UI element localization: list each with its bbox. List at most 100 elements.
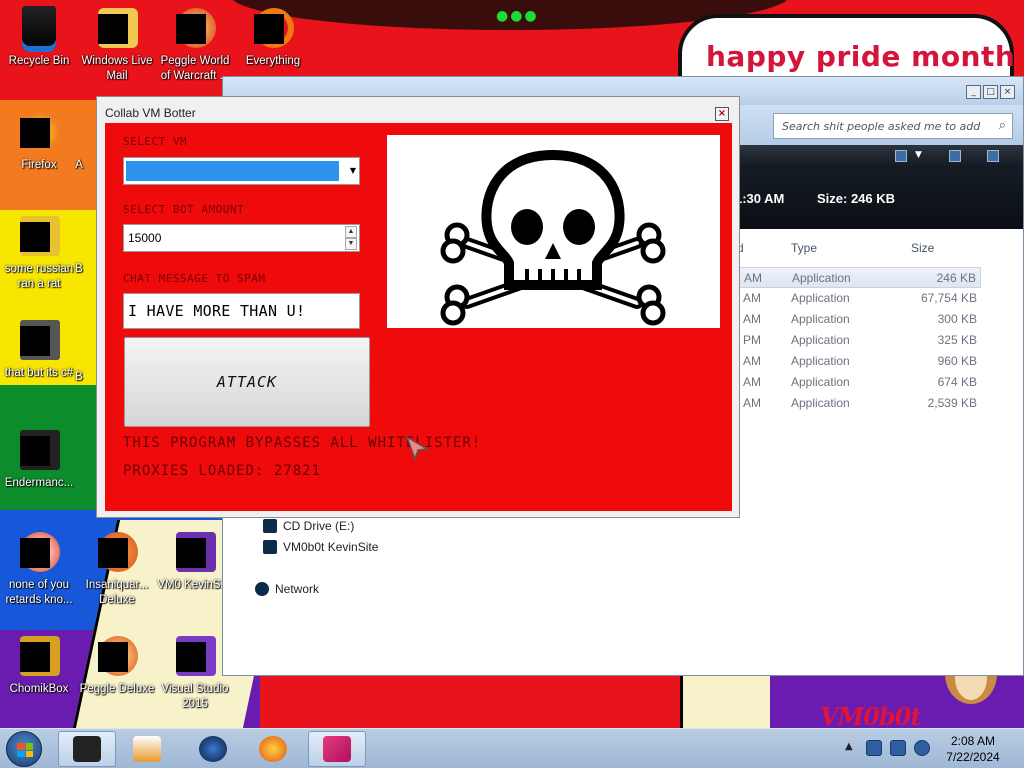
desktop-icon-endermanch[interactable]: Endermanc... — [0, 428, 78, 491]
start-button[interactable] — [6, 731, 42, 767]
network-icon — [255, 582, 269, 596]
vm-select-highlight — [126, 161, 339, 181]
taskbar-item-app[interactable] — [184, 731, 242, 767]
preview-pane-icon[interactable] — [949, 150, 961, 162]
nav-item-cd-drive[interactable]: CD Drive (E:) — [263, 519, 354, 533]
taskbar-item-media-player[interactable] — [118, 731, 176, 767]
file-time: AM — [743, 291, 761, 305]
file-row[interactable]: AM Application 300 KB — [733, 309, 981, 330]
window-title: Collab VM Botter — [105, 106, 196, 120]
file-row[interactable]: AM Application 67,754 KB — [733, 288, 981, 309]
file-row[interactable]: AM Application 674 KB — [733, 372, 981, 393]
file-row[interactable]: AM Application 960 KB — [733, 351, 981, 372]
search-icon[interactable]: ⌕ — [999, 118, 1006, 133]
view-options-icon[interactable] — [895, 150, 907, 162]
taskbar-item-explorer[interactable] — [58, 731, 116, 767]
vm-select-dropdown[interactable]: ▼ — [123, 157, 360, 185]
desktop-icon-label: Peggle World of Warcraft ... — [160, 55, 230, 82]
desktop-icon-label: Endermanc... — [4, 477, 74, 489]
clock-time: 2:08 AM — [950, 734, 996, 748]
close-button[interactable]: × — [715, 107, 729, 121]
desktop-icon-peggle-wow[interactable]: Peggle World of Warcraft ... — [156, 6, 234, 83]
column-header-type[interactable]: Type — [791, 241, 817, 255]
file-time: PM — [743, 333, 761, 347]
desktop-icon-russian-rat[interactable]: some russian ran a rat — [0, 214, 78, 291]
desktop-icon-windows-live-mail[interactable]: Windows Live Mail — [78, 6, 156, 83]
peggle-icon — [172, 6, 218, 52]
desktop-icon-peggle-deluxe[interactable]: Peggle Deluxe — [78, 634, 156, 697]
desktop-icon-partial-b1[interactable]: B — [62, 262, 96, 277]
wallpaper-green-dots: ●●● — [496, 8, 539, 24]
nav-item-label: Network — [275, 582, 320, 596]
tray-network-icon[interactable] — [866, 740, 882, 756]
pride-sign-text: happy pride month — [706, 40, 1016, 73]
collab-vm-botter-window[interactable]: Collab VM Botter × SELECT VM ▼ SELECT BO… — [96, 96, 740, 518]
chat-message-value: I HAVE MORE THAN U! — [128, 302, 306, 320]
chevron-down-icon[interactable]: ▼ — [915, 150, 927, 162]
tray-monitor-icon[interactable] — [890, 740, 906, 756]
wallpaper-brand-text: VM0b0t — [820, 702, 921, 731]
file-row[interactable]: AM Application 2,539 KB — [733, 393, 981, 414]
visual-studio-icon — [172, 530, 218, 576]
botter-panel: SELECT VM ▼ SELECT BOT AMOUNT 15000 ▲ ▼ … — [105, 123, 732, 511]
firefox-icon — [16, 110, 62, 156]
file-row[interactable]: AM Application 246 KB — [733, 267, 981, 288]
network-drive-icon — [263, 540, 277, 554]
desktop-icon-label: B — [75, 371, 83, 383]
maximize-icon[interactable]: □ — [983, 85, 998, 99]
desktop-icon-recycle-bin[interactable]: Recycle Bin — [0, 6, 78, 69]
file-type: Application — [791, 312, 850, 326]
desktop-icon-partial-a[interactable]: A — [62, 158, 96, 173]
nav-item-label: VM0b0t KevinSite — [283, 540, 379, 554]
stepper-down-icon[interactable]: ▼ — [345, 238, 357, 250]
chat-message-input[interactable]: I HAVE MORE THAN U! — [123, 293, 360, 329]
file-size: 246 KB — [936, 271, 976, 285]
file-row[interactable]: PM Application 325 KB — [733, 330, 981, 351]
help-icon[interactable] — [987, 150, 999, 162]
botter-app-icon — [323, 736, 351, 762]
desktop-icon-partial-b2[interactable]: B — [62, 370, 96, 385]
taskbar-item-botter[interactable] — [308, 731, 366, 767]
desktop-icon-insaniquarium[interactable]: Insaniquar... Deluxe — [78, 530, 156, 607]
bot-amount-value: 15000 — [128, 231, 162, 245]
file-size: 300 KB — [937, 312, 977, 326]
desktop-icon-label: ChomikBox — [9, 683, 69, 695]
nav-item-kevinsite[interactable]: VM0b0t KevinSite — [263, 540, 378, 554]
details-modified-time: 1:30 AM — [735, 191, 785, 206]
chevron-down-icon[interactable]: ▼ — [350, 166, 356, 175]
visual-studio-icon — [172, 634, 218, 680]
tray-volume-icon[interactable] — [914, 740, 930, 756]
file-type: Application — [792, 271, 851, 285]
bot-amount-label: SELECT BOT AMOUNT — [123, 203, 245, 216]
explorer-search-input[interactable]: Search shit people asked me to add ⌕ — [773, 113, 1013, 139]
file-type: Application — [791, 291, 850, 305]
desktop-icon-everything[interactable]: Everything — [234, 6, 312, 69]
stepper-up-icon[interactable]: ▲ — [345, 226, 357, 238]
close-icon[interactable]: × — [1000, 85, 1015, 99]
taskbar-clock[interactable]: 2:08 AM 7/22/2024 — [930, 733, 1016, 765]
wallpaper-cartoon-shape-right — [680, 672, 770, 728]
taskbar-item-firefox[interactable] — [244, 731, 302, 767]
file-time: AM — [743, 312, 761, 326]
attack-button[interactable]: ATTACK — [124, 337, 370, 427]
tray-expand-icon[interactable]: ▲ — [845, 741, 853, 752]
desktop-icon-chomikbox[interactable]: ChomikBox — [0, 634, 78, 697]
file-type: Application — [791, 354, 850, 368]
desktop-icon-label: Peggle Deluxe — [79, 683, 155, 695]
file-size: 674 KB — [937, 375, 977, 389]
desktop-icon-none-of-you[interactable]: none of you retards kno... — [0, 530, 78, 607]
search-placeholder: Search shit people asked me to add — [782, 120, 981, 133]
mail-icon — [94, 6, 140, 52]
bot-amount-stepper[interactable]: 15000 ▲ ▼ — [123, 224, 360, 252]
desktop-icon-label: Firefox — [21, 159, 57, 171]
chat-message-label: CHAT MESSAGE TO SPAM — [123, 272, 266, 285]
wallpaper-red-shape — [260, 668, 680, 728]
skull-image-panel — [387, 135, 720, 328]
column-header-size[interactable]: Size — [911, 241, 934, 255]
nav-item-network[interactable]: Network — [255, 582, 319, 596]
cd-drive-icon — [263, 519, 277, 533]
minimize-icon[interactable]: _ — [966, 85, 981, 99]
chomikbox-icon — [16, 634, 62, 680]
firefox-icon — [259, 736, 287, 762]
peggle-icon — [94, 634, 140, 680]
